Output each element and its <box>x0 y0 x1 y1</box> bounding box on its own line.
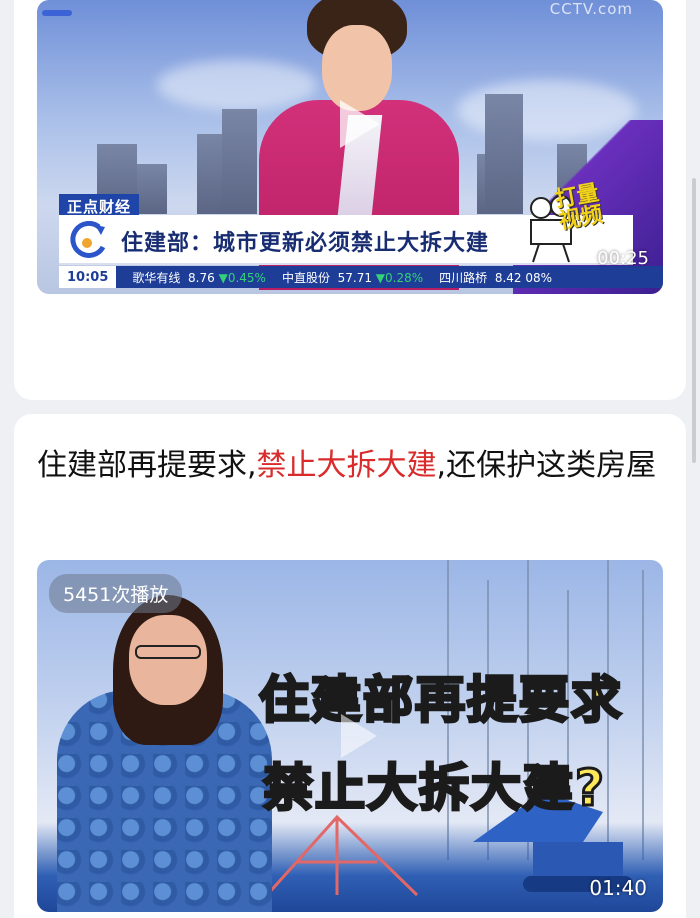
video-thumbnail-2[interactable]: 5451次播放 住建部再提要求 禁止大拆大建? 01:40 <box>37 560 663 912</box>
show-logo-text: 打量 视频 <box>553 180 605 235</box>
tab-indicator <box>42 10 72 16</box>
title-highlight: 禁止大拆大建 <box>256 448 437 483</box>
news-headline: 住建部：城市更新必须禁止大拆大建 <box>121 231 490 256</box>
cloud <box>157 60 317 110</box>
crane-graphic <box>265 814 419 897</box>
ticker-item: 中直股份 57.71 ▼0.28% <box>281 270 424 285</box>
thumb-caption-line1: 住建部再提要求 <box>258 670 623 731</box>
play-count-badge: 5451次播放 <box>49 574 183 613</box>
news-logo-icon <box>70 221 106 258</box>
ticker-time: 10:05 <box>59 266 117 288</box>
feed-card-2[interactable]: 住建部再提要求,禁止大拆大建,还保护这类房屋 5451次播放 住建部再提要求 禁… <box>14 414 686 918</box>
scrollbar[interactable] <box>692 178 696 463</box>
play-icon[interactable] <box>334 96 384 152</box>
channel-watermark: CCTV.com <box>549 0 633 18</box>
building <box>222 109 257 214</box>
presenter-glasses <box>135 645 201 659</box>
thumb-caption-line2: 禁止大拆大建? <box>261 758 607 819</box>
presenter-face <box>129 615 207 705</box>
ticker-item: 四川路桥 8.42 08% <box>439 270 553 285</box>
feed-card-1[interactable]: CCTV.com 正点财经 住建部：城市更新必须禁止大拆大建 打量 视频 10:… <box>14 0 686 400</box>
building <box>137 164 167 214</box>
ticker-item: 歌华有线 8.76 ▼0.45% <box>132 270 266 285</box>
video-thumbnail-1[interactable]: CCTV.com 正点财经 住建部：城市更新必须禁止大拆大建 打量 视频 10:… <box>37 0 663 294</box>
video-duration: 00:25 <box>597 248 649 269</box>
stock-ticker: 10:05 歌华有线 8.76 ▼0.45% 中直股份 57.71 ▼0.28%… <box>59 266 663 288</box>
scaffold <box>642 570 644 860</box>
article-title[interactable]: 住建部再提要求,禁止大拆大建,还保护这类房屋 <box>37 442 657 490</box>
play-icon[interactable] <box>335 710 381 762</box>
video-duration: 01:40 <box>589 876 647 900</box>
